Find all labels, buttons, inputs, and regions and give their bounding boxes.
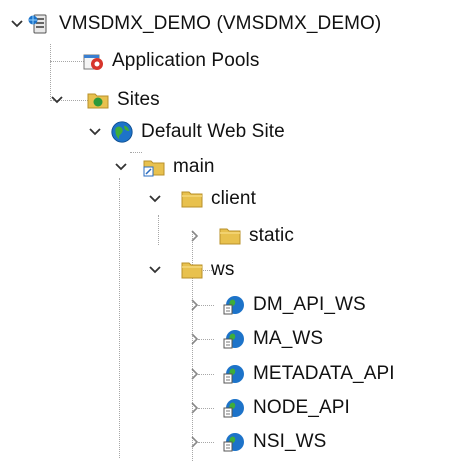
- tree-node-label: static: [249, 225, 294, 246]
- tree-node-label: main: [173, 156, 215, 177]
- tree-node-label: client: [211, 188, 256, 209]
- web-application-icon: [222, 430, 246, 454]
- chevron-down-icon[interactable]: [146, 184, 164, 214]
- tree-node-main[interactable]: main: [112, 152, 215, 182]
- chevron-right-icon[interactable]: [186, 427, 204, 457]
- globe-icon: [110, 120, 134, 144]
- tree-guide-line: [158, 215, 159, 245]
- tree-node-web-application[interactable]: DM_API_WS: [186, 290, 366, 320]
- tree-node-label: Sites: [117, 89, 160, 110]
- tree-node-label: NODE_API: [253, 397, 350, 418]
- web-application-icon: [222, 327, 246, 351]
- tree-guide-line: [119, 178, 120, 458]
- chevron-down-icon[interactable]: [112, 152, 130, 182]
- chevron-right-icon[interactable]: [186, 359, 204, 389]
- sites-icon: [86, 88, 110, 112]
- chevron-down-icon[interactable]: [8, 9, 26, 39]
- folder-icon: [180, 187, 204, 211]
- web-application-icon: [222, 396, 246, 420]
- tree-node-label: Application Pools: [112, 50, 260, 71]
- application-folder-icon: [142, 155, 166, 179]
- chevron-right-icon[interactable]: [186, 324, 204, 354]
- chevron-down-icon[interactable]: [48, 85, 66, 115]
- folder-icon: [180, 258, 204, 282]
- tree-node-web-application[interactable]: NODE_API: [186, 393, 350, 423]
- chevron-down-icon[interactable]: [86, 117, 104, 147]
- tree-node-application-pools[interactable]: Application Pools: [69, 46, 259, 76]
- chevron-down-icon[interactable]: [146, 255, 164, 285]
- tree-node-sites[interactable]: Sites: [48, 85, 160, 115]
- chevron-right-icon[interactable]: [186, 393, 204, 423]
- tree-node-label: METADATA_API: [253, 363, 395, 384]
- tree-node-ws[interactable]: ws: [146, 255, 234, 285]
- tree-node-web-application[interactable]: METADATA_API: [186, 359, 395, 389]
- tree-node-server[interactable]: VMSDMX_DEMO (VMSDMX_DEMO): [8, 9, 381, 39]
- web-application-icon: [222, 362, 246, 386]
- chevron-right-icon[interactable]: [186, 290, 204, 320]
- tree-node-label: NSI_WS: [253, 431, 327, 452]
- chevron-right-icon[interactable]: [186, 221, 204, 251]
- tree-node-web-application[interactable]: NSI_WS: [186, 427, 326, 457]
- tree-node-label: MA_WS: [253, 328, 324, 349]
- tree-node-label: DM_API_WS: [253, 294, 366, 315]
- web-application-icon: [222, 293, 246, 317]
- application-pools-icon: [81, 49, 105, 73]
- tree-node-client[interactable]: client: [146, 184, 256, 214]
- server-icon: [28, 12, 52, 36]
- tree-node-label: VMSDMX_DEMO (VMSDMX_DEMO): [59, 13, 382, 34]
- folder-icon: [218, 224, 242, 248]
- iis-connections-tree: VMSDMX_DEMO (VMSDMX_DEMO) Application Po…: [0, 0, 467, 466]
- tree-node-web-application[interactable]: MA_WS: [186, 324, 323, 354]
- tree-node-label: Default Web Site: [141, 121, 285, 142]
- tree-node-label: ws: [211, 259, 235, 280]
- tree-node-default-web-site[interactable]: Default Web Site: [86, 117, 285, 147]
- tree-node-static[interactable]: static: [186, 221, 294, 251]
